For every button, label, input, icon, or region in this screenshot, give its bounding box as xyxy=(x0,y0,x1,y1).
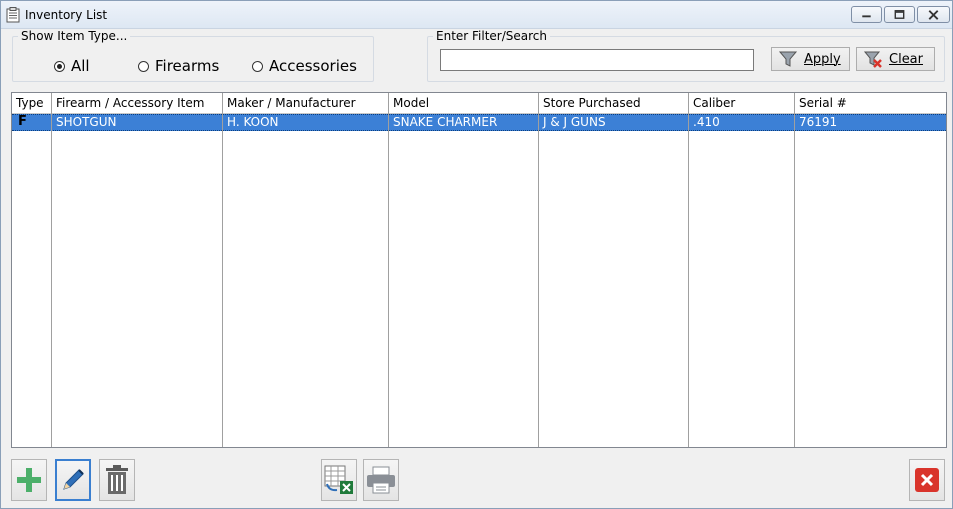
grid-header: Type Firearm / Accessory Item Maker / Ma… xyxy=(12,93,946,114)
radio-accessories-label: Accessories xyxy=(269,57,357,75)
minimize-icon xyxy=(862,15,871,18)
radio-accessories-circle[interactable] xyxy=(252,60,263,72)
clear-label: Clear xyxy=(889,51,923,67)
radio-accessories[interactable]: Accessories xyxy=(252,57,357,75)
column-divider xyxy=(688,93,689,447)
column-divider xyxy=(794,93,795,447)
radio-all-circle[interactable] xyxy=(54,60,65,72)
cell-store[interactable]: J & J GUNS xyxy=(543,115,606,129)
close-icon xyxy=(915,468,939,492)
col-header-item[interactable]: Firearm / Accessory Item xyxy=(56,96,204,110)
col-header-serial[interactable]: Serial # xyxy=(799,96,847,110)
print-button[interactable] xyxy=(363,459,399,501)
cell-maker[interactable]: H. KOON xyxy=(227,115,279,129)
clear-filter-icon xyxy=(863,51,882,68)
col-header-type[interactable]: Type xyxy=(16,96,44,110)
col-header-store[interactable]: Store Purchased xyxy=(543,96,641,110)
filter-icon xyxy=(778,51,798,67)
column-divider xyxy=(51,93,52,447)
window-close-button[interactable] xyxy=(917,6,950,23)
window-title: Inventory List xyxy=(25,8,108,22)
column-divider xyxy=(388,93,389,447)
apply-label: Apply xyxy=(804,51,841,67)
delete-item-button[interactable] xyxy=(99,459,135,501)
filter-legend: Enter Filter/Search xyxy=(436,29,548,43)
column-divider xyxy=(538,93,539,447)
cell-model[interactable]: SNAKE CHARMER xyxy=(393,115,497,129)
export-excel-button[interactable] xyxy=(321,459,357,501)
restore-icon xyxy=(894,10,905,19)
printer-icon xyxy=(367,466,395,494)
column-divider xyxy=(222,93,223,447)
inventory-grid[interactable]: Type Firearm / Accessory Item Maker / Ma… xyxy=(11,92,947,448)
col-header-maker[interactable]: Maker / Manufacturer xyxy=(227,96,356,110)
cell-item[interactable]: SHOTGUN xyxy=(56,115,116,129)
close-x-icon xyxy=(928,10,939,20)
radio-firearms-label: Firearms xyxy=(155,57,220,75)
radio-all-label: All xyxy=(71,57,90,75)
clipboard-icon xyxy=(6,7,20,23)
maximize-button[interactable] xyxy=(884,6,915,23)
col-header-model[interactable]: Model xyxy=(393,96,429,110)
minimize-button[interactable] xyxy=(851,6,882,23)
edit-item-button[interactable] xyxy=(55,459,91,501)
add-icon xyxy=(17,468,41,492)
clear-button[interactable]: Clear xyxy=(856,47,935,71)
radio-all[interactable]: All xyxy=(54,57,90,75)
show-item-type-legend: Show Item Type... xyxy=(21,29,128,43)
trash-icon xyxy=(106,465,128,494)
export-excel-icon xyxy=(324,465,353,494)
pencil-icon xyxy=(63,469,84,490)
title-bar: Inventory List xyxy=(1,1,952,29)
radio-firearms[interactable]: Firearms xyxy=(138,57,220,75)
add-item-button[interactable] xyxy=(11,459,47,501)
cell-caliber[interactable]: .410 xyxy=(693,115,720,129)
inventory-window: Inventory List Show Item Type... All Fir… xyxy=(0,0,953,509)
col-header-caliber[interactable]: Caliber xyxy=(693,96,735,110)
close-window-button[interactable] xyxy=(909,459,945,501)
radio-firearms-circle[interactable] xyxy=(138,60,149,72)
cell-serial[interactable]: 76191 xyxy=(799,115,837,129)
search-input[interactable] xyxy=(440,49,754,71)
apply-button[interactable]: Apply xyxy=(771,47,850,71)
cell-type[interactable]: F xyxy=(18,114,27,129)
